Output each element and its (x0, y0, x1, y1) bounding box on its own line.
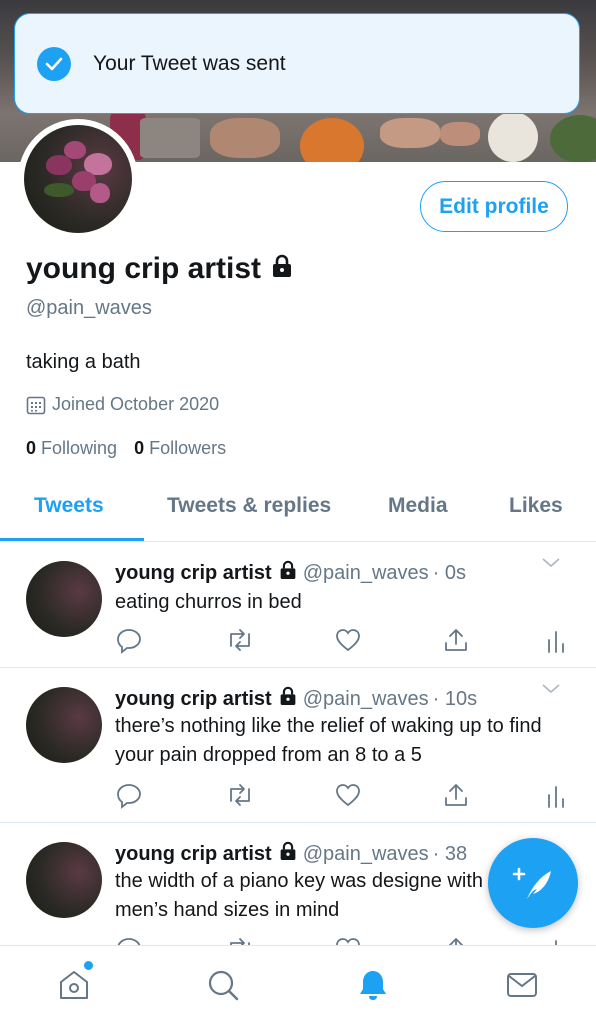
tweet-actions (115, 935, 575, 945)
tweet-actions (115, 626, 575, 654)
tweet-text: there’s nothing like the relief of wakin… (115, 715, 542, 766)
messages-icon[interactable] (505, 968, 539, 1007)
analytics-icon[interactable] (545, 781, 567, 814)
tweet-timestamp: · 10s (432, 687, 478, 710)
lock-icon (279, 560, 297, 586)
tweet-actions (115, 781, 575, 809)
notifications-icon[interactable] (356, 968, 390, 1007)
tweet-header: young crip artist @pain_waves · 10s (115, 686, 477, 712)
tab-likes[interactable]: Likes (509, 494, 563, 518)
tab-tweets[interactable]: Tweets (34, 494, 104, 518)
tweet-sent-toast[interactable]: Your Tweet was sent (14, 13, 580, 114)
check-circle-icon (37, 46, 71, 81)
share-icon[interactable] (442, 781, 470, 814)
retweet-icon[interactable] (225, 626, 255, 659)
active-tab-indicator (0, 538, 144, 541)
analytics-icon[interactable] (545, 626, 567, 659)
reply-icon[interactable] (115, 935, 143, 945)
like-icon[interactable] (334, 626, 362, 659)
edit-profile-button[interactable]: Edit profile (420, 181, 568, 232)
tweet-author-name[interactable]: young crip artist (115, 688, 272, 711)
search-icon[interactable] (206, 968, 240, 1007)
following-count: 0 (26, 438, 37, 458)
tweet-timestamp: · 38 (432, 842, 468, 865)
retweet-icon[interactable] (225, 935, 255, 945)
bottom-navigation (0, 945, 596, 1023)
tweet-item[interactable]: young crip artist @pain_waves · 0s eatin… (0, 542, 596, 668)
tweet-author-handle: @pain_waves (302, 842, 429, 865)
like-icon[interactable] (334, 781, 362, 814)
tab-tweets-replies[interactable]: Tweets & replies (167, 494, 331, 518)
tweet-avatar[interactable] (26, 842, 102, 918)
profile-tabs: Tweets Tweets & replies Media Likes (0, 482, 596, 542)
tweet-header: young crip artist @pain_waves · 38 (115, 841, 467, 867)
tweet-author-name[interactable]: young crip artist (115, 562, 272, 585)
tweet-header: young crip artist @pain_waves · 0s (115, 560, 466, 586)
lock-icon (279, 841, 297, 867)
joined-date: Joined October 2020 (26, 394, 219, 415)
tweet-text: eating churros in bed (115, 591, 302, 613)
calendar-icon (26, 396, 46, 414)
tweet-timestamp: · 0s (432, 561, 466, 584)
compose-tweet-button[interactable] (488, 838, 578, 928)
reply-icon[interactable] (115, 626, 143, 659)
chevron-down-icon[interactable] (541, 682, 561, 700)
retweet-icon[interactable] (225, 781, 255, 814)
like-icon[interactable] (334, 935, 362, 945)
tweet-text: the width of a piano key was designe wit… (115, 870, 483, 921)
profile-name-text: young crip artist (26, 252, 262, 285)
share-icon[interactable] (442, 935, 470, 945)
compose-feather-icon (512, 867, 551, 899)
profile-name: young crip artist (26, 252, 293, 286)
analytics-icon[interactable] (545, 935, 567, 945)
lock-icon (271, 252, 293, 286)
chevron-down-icon[interactable] (541, 556, 561, 574)
tweet-author-handle: @pain_waves (302, 561, 429, 584)
followers-count: 0 (134, 438, 145, 458)
tweet-author-handle: @pain_waves (302, 687, 429, 710)
home-icon[interactable] (57, 968, 91, 1007)
followers-link[interactable]: 0 Followers (134, 438, 226, 459)
share-icon[interactable] (442, 626, 470, 659)
following-link[interactable]: 0 Following (26, 438, 117, 459)
lock-icon (279, 686, 297, 712)
followers-label: Followers (149, 438, 227, 458)
profile-avatar[interactable] (18, 119, 138, 239)
joined-text: Joined October 2020 (52, 394, 220, 414)
reply-icon[interactable] (115, 781, 143, 814)
tweet-item[interactable]: young crip artist @pain_waves · 10s ther… (0, 668, 596, 823)
tweet-avatar[interactable] (26, 561, 102, 637)
following-label: Following (41, 438, 118, 458)
profile-handle: @pain_waves (26, 297, 152, 319)
toast-message: Your Tweet was sent (93, 51, 286, 75)
profile-bio: taking a bath (26, 351, 141, 373)
follow-stats: 0 Following 0 Followers (26, 438, 243, 459)
home-unread-dot (84, 961, 93, 970)
tab-media[interactable]: Media (388, 494, 448, 518)
tweet-author-name[interactable]: young crip artist (115, 843, 272, 866)
tweet-avatar[interactable] (26, 687, 102, 763)
